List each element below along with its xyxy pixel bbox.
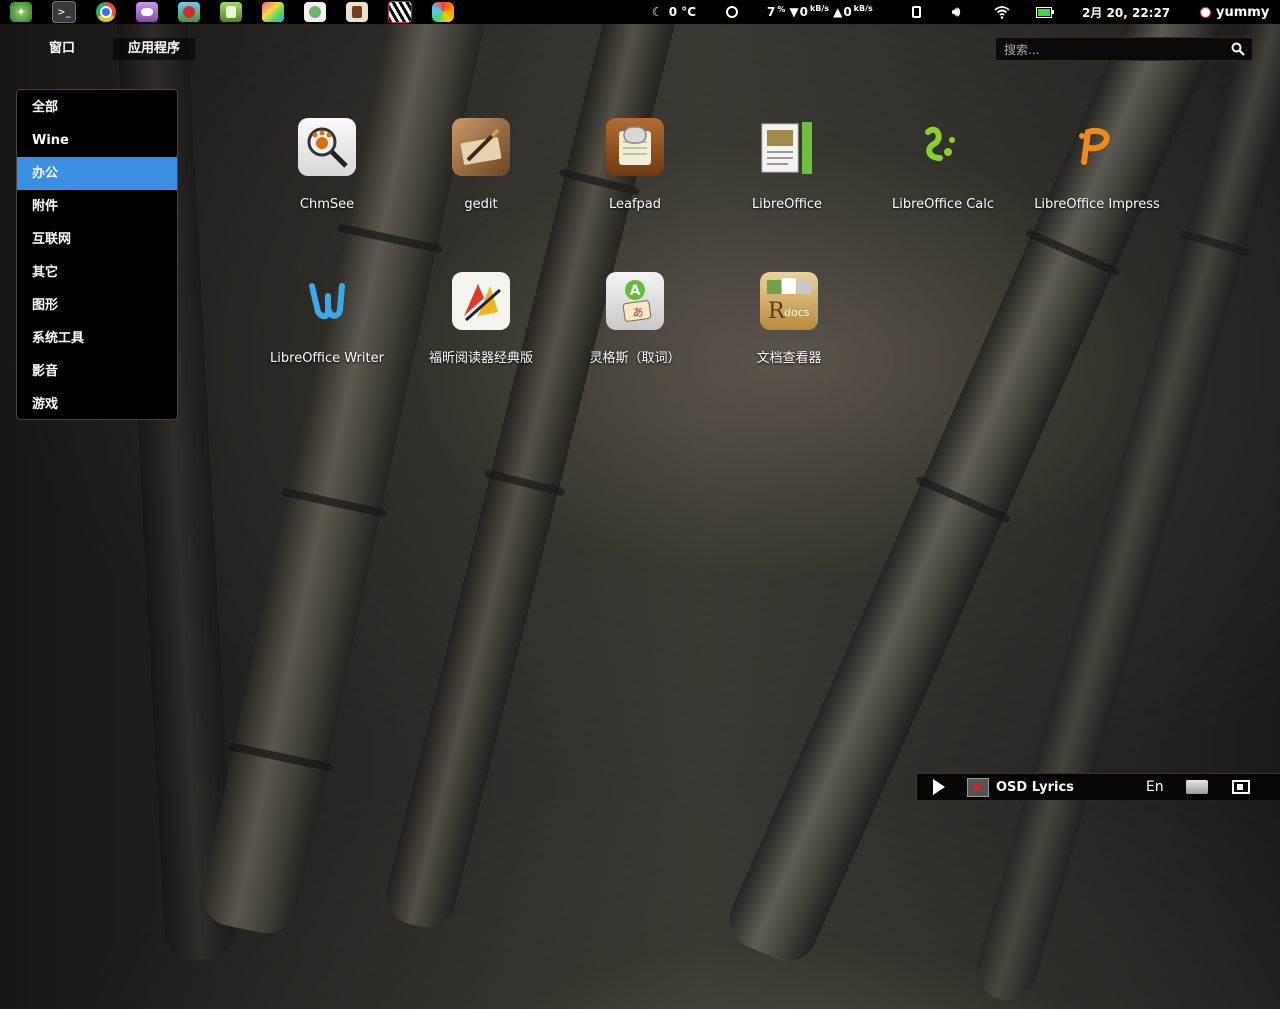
battery-icon[interactable] (1036, 0, 1054, 24)
svg-text:A: A (630, 283, 641, 299)
svg-text:docs: docs (784, 306, 810, 319)
app-label: gedit (464, 197, 498, 212)
search-box (995, 37, 1253, 61)
lingoes-icon: Aあ (606, 272, 664, 330)
app-tile-lingoes[interactable]: Aあ 灵格斯（取词） (560, 272, 710, 367)
app-tile-leafpad[interactable]: Leafpad (560, 118, 710, 213)
reader-icon[interactable] (304, 2, 326, 22)
app-tile-libreoffice-writer[interactable]: LibreOffice Writer (252, 272, 402, 367)
apps-menu-button[interactable]: 应用程序 (113, 38, 195, 60)
media-player-icon[interactable] (346, 2, 368, 22)
gedit-icon (452, 118, 510, 176)
input-method-indicator[interactable]: En (1146, 779, 1164, 795)
app-label: ChmSee (299, 197, 355, 212)
app-label: Leafpad (608, 197, 662, 212)
download-speed: 0 (799, 5, 808, 19)
category-list: 全部 Wine 办公 附件 互联网 其它 图形 系统工具 影音 游戏 (16, 89, 178, 420)
user-name: yummy (1216, 4, 1270, 20)
search-input[interactable] (1002, 40, 1226, 60)
app-label: LibreOffice Impress (1034, 197, 1160, 212)
foxit-reader-icon (452, 272, 510, 330)
upload-arrow-icon: ▲ (833, 5, 843, 19)
app-launcher-icon[interactable]: ✦ (10, 2, 32, 22)
cpu-unit: % (777, 4, 786, 14)
category-wine[interactable]: Wine (17, 124, 177, 157)
piano-icon[interactable] (388, 1, 412, 23)
terminal-icon[interactable]: >_ (52, 1, 76, 23)
category-all[interactable]: 全部 (17, 91, 177, 124)
download-arrow-icon: ▼ (789, 5, 799, 19)
app-label: 灵格斯（取词） (589, 351, 681, 366)
app-tile-chmsee[interactable]: ChmSee (252, 118, 402, 213)
svg-text:あ: あ (633, 306, 644, 319)
app-label: 福昕阅读器经典版 (428, 351, 533, 366)
search-icon[interactable] (1231, 42, 1245, 56)
top-panel: ✦ >_ ☾ 0 °C 7 % ▼ 0 kB/s ▲ 0 kB/s 🔊︎ 2月 … (0, 0, 1280, 24)
speedometer-icon (726, 6, 738, 18)
category-games[interactable]: 游戏 (17, 388, 177, 421)
workspace-switcher-icon[interactable] (1231, 780, 1250, 794)
weather-temperature: 0 °C (668, 5, 697, 19)
clipboard-icon[interactable] (912, 0, 921, 24)
chrome-icon[interactable] (96, 2, 116, 22)
app-label: 文档查看器 (756, 351, 822, 366)
user-menu[interactable]: yummy (1200, 0, 1269, 24)
app-label: LibreOffice Calc (891, 197, 995, 212)
weather-indicator[interactable]: ☾ 0 °C (652, 0, 696, 24)
launcher-bar: ✦ >_ (0, 1, 474, 23)
upload-unit: kB/s (853, 3, 873, 13)
category-graphics[interactable]: 图形 (17, 289, 177, 322)
download-unit: kB/s (809, 3, 830, 13)
category-office[interactable]: 办公 (17, 157, 177, 190)
app-tile-libreoffice-impress[interactable]: LibreOffice Impress (1022, 118, 1172, 213)
category-system-tools[interactable]: 系统工具 (17, 322, 177, 355)
libreoffice-writer-icon (298, 272, 356, 330)
play-icon[interactable] (933, 779, 945, 795)
cpu-usage: 7 (767, 5, 776, 19)
upload-speed: 0 (843, 5, 852, 19)
drive-icon[interactable] (1185, 780, 1208, 794)
osd-lyrics-label[interactable]: OSD Lyrics (996, 780, 1074, 795)
color-picker-icon[interactable] (262, 2, 284, 22)
file-manager-icon[interactable] (220, 2, 242, 22)
app-tile-foxit-reader[interactable]: 福昕阅读器经典版 (406, 272, 556, 367)
volume-icon[interactable]: 🔊︎ (952, 0, 960, 24)
category-accessories[interactable]: 附件 (17, 190, 177, 223)
chmsee-icon (298, 118, 356, 176)
app-tile-libreoffice[interactable]: LibreOffice (712, 118, 862, 213)
category-other[interactable]: 其它 (17, 256, 177, 289)
moon-icon: ☾ (652, 5, 663, 19)
messenger-icon[interactable] (136, 2, 158, 22)
user-status-icon (1200, 6, 1211, 18)
app-label: LibreOffice Writer (270, 351, 384, 366)
leafpad-icon (606, 118, 664, 176)
app-label: LibreOffice (751, 197, 823, 212)
app-tile-libreoffice-calc[interactable]: LibreOffice Calc (868, 118, 1018, 213)
network-monitor-indicator[interactable]: 7 % ▼ 0 kB/s ▲ 0 kB/s (726, 0, 873, 24)
palette-icon[interactable] (432, 2, 454, 22)
app-tile-gedit[interactable]: gedit (406, 118, 556, 213)
angry-birds-icon[interactable] (178, 2, 200, 22)
category-multimedia[interactable]: 影音 (17, 355, 177, 388)
osd-lyrics-icon[interactable]: ✖ (967, 777, 989, 797)
app-tile-document-viewer[interactable]: Rdocs 文档查看器 (714, 272, 864, 367)
libreoffice-calc-icon (914, 118, 972, 176)
libreoffice-icon (758, 118, 816, 176)
category-internet[interactable]: 互联网 (17, 223, 177, 256)
document-viewer-icon: Rdocs (760, 272, 818, 330)
wifi-icon[interactable] (994, 0, 1010, 24)
clock[interactable]: 2月 20, 22:27 (1082, 0, 1170, 24)
bottom-panel: ✖ OSD Lyrics En (916, 773, 1280, 800)
window-menu-button[interactable]: 窗口 (40, 38, 84, 60)
libreoffice-impress-icon (1068, 118, 1126, 176)
